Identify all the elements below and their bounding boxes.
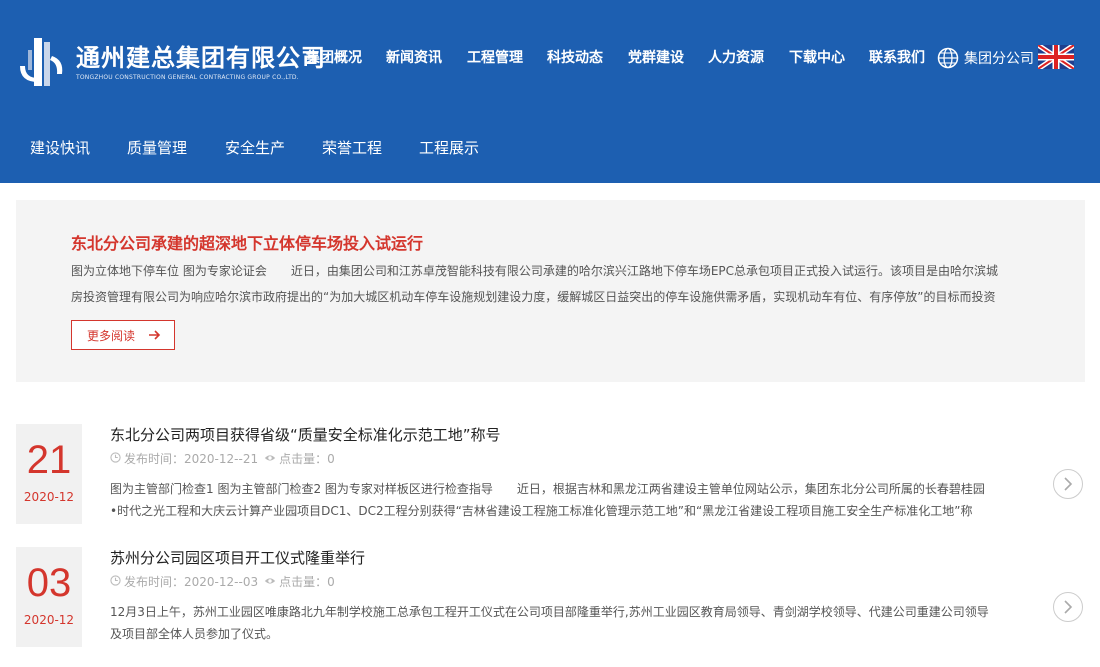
nav-item-news[interactable]: 新闻资讯 xyxy=(386,47,442,67)
clicks-label: 点击量： xyxy=(279,452,328,466)
logo-mark-icon xyxy=(20,38,63,86)
chevron-right-icon xyxy=(1064,477,1073,491)
arrow-right-icon xyxy=(149,330,161,340)
nav-item-hr[interactable]: 人力资源 xyxy=(708,47,764,67)
news-meta: 发布时间： 2020-12--03 点击量： 0 xyxy=(110,573,335,590)
date-day: 21 xyxy=(26,438,72,482)
nav-item-group-overview[interactable]: 集团概况 xyxy=(306,47,362,67)
logo-name-cn: 通州建总集团有限公司 xyxy=(76,44,326,72)
publish-label: 发布时间： xyxy=(124,575,185,589)
featured-excerpt: 图为立体地下停车位 图为专家论证会 近日，由集团公司和江苏卓茂智能科技有限公司承… xyxy=(71,264,999,304)
clicks-label: 点击量： xyxy=(279,575,328,589)
nav-item-tech[interactable]: 科技动态 xyxy=(547,47,603,67)
branch-link[interactable]: 集团分公司 xyxy=(937,45,1034,71)
news-excerpt: 图为主管部门检查1 图为主管部门检查2 图为专家对样板区进行检查指导 近日，根据… xyxy=(110,482,985,518)
eye-icon xyxy=(264,452,276,466)
date-day: 03 xyxy=(26,561,72,605)
featured-title[interactable]: 东北分公司承建的超深地下立体停车场投入试运行 xyxy=(71,230,423,254)
date-year-month: 2020-12 xyxy=(23,613,75,627)
subnav-item-quality[interactable]: 质量管理 xyxy=(127,137,187,158)
publish-date: 2020-12--03 xyxy=(184,574,259,589)
news-item[interactable]: 21 2020-12 东北分公司两项目获得省级“质量安全标准化示范工地”称号 发… xyxy=(16,424,1085,544)
read-more-label: 更多阅读 xyxy=(87,328,136,343)
branch-label: 集团分公司 xyxy=(964,51,1034,67)
publish-label: 发布时间： xyxy=(124,452,185,466)
news-title[interactable]: 苏州分公司园区项目开工仪式隆重举行 xyxy=(110,547,365,568)
next-arrow-button[interactable] xyxy=(1053,469,1083,499)
clock-icon xyxy=(110,574,121,589)
nav-item-downloads[interactable]: 下载中心 xyxy=(789,47,845,67)
logo-name-en: TONGZHOU CONSTRUCTION GENERAL CONTRACTIN… xyxy=(76,74,299,81)
nav-item-party[interactable]: 党群建设 xyxy=(628,47,684,67)
read-more-button[interactable]: 更多阅读 xyxy=(71,320,175,350)
nav-item-contact[interactable]: 联系我们 xyxy=(869,47,925,67)
clock-icon xyxy=(110,451,121,466)
clicks-count: 0 xyxy=(327,574,335,589)
eye-icon xyxy=(264,575,276,589)
date-box: 03 2020-12 xyxy=(16,547,82,647)
site-logo[interactable]: 通州建总集团有限公司 TONGZHOU CONSTRUCTION GENERAL… xyxy=(16,30,325,92)
date-box: 21 2020-12 xyxy=(16,424,82,524)
globe-icon xyxy=(937,47,959,69)
news-item[interactable]: 03 2020-12 苏州分公司园区项目开工仪式隆重举行 发布时间： 2020-… xyxy=(16,547,1085,667)
featured-article: 东北分公司承建的超深地下立体停车场投入试运行 图为立体地下停车位 图为专家论证会… xyxy=(16,200,1085,382)
date-year-month: 2020-12 xyxy=(23,490,75,504)
site-header: 通州建总集团有限公司 TONGZHOU CONSTRUCTION GENERAL… xyxy=(0,0,1100,183)
news-title[interactable]: 东北分公司两项目获得省级“质量安全标准化示范工地”称号 xyxy=(110,424,501,445)
uk-flag-icon[interactable] xyxy=(1038,45,1074,69)
clicks-count: 0 xyxy=(327,451,335,466)
subnav-item-safety[interactable]: 安全生产 xyxy=(225,137,285,158)
news-excerpt: 12月3日上午，苏州工业园区唯康路北九年制学校施工总承包工程开工仪式在公司项目部… xyxy=(110,605,989,641)
subnav-item-construction-news[interactable]: 建设快讯 xyxy=(30,137,90,158)
subnav-item-project-showcase[interactable]: 工程展示 xyxy=(419,137,479,158)
chevron-right-icon xyxy=(1064,600,1073,614)
publish-date: 2020-12--21 xyxy=(184,451,259,466)
subnav-item-honor-projects[interactable]: 荣誉工程 xyxy=(322,137,382,158)
news-meta: 发布时间： 2020-12--21 点击量： 0 xyxy=(110,450,335,467)
nav-item-project-management[interactable]: 工程管理 xyxy=(467,47,523,67)
